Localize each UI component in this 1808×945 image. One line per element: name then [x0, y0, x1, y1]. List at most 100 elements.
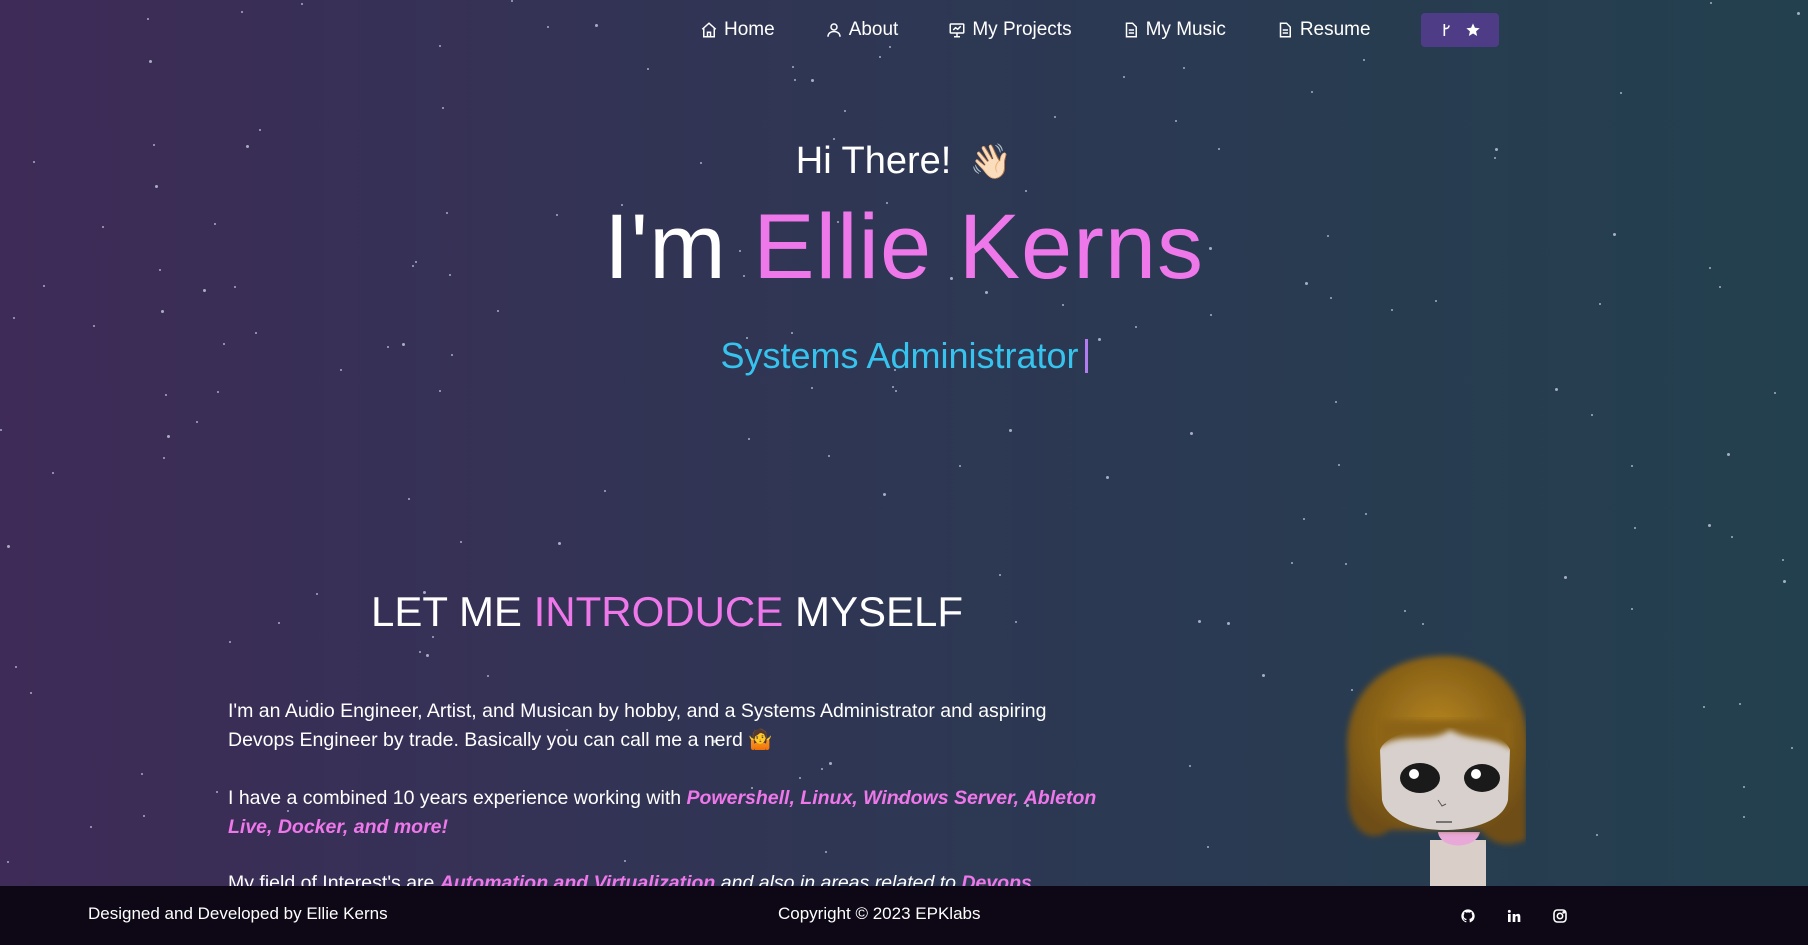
star-dot: [1422, 622, 1425, 625]
nav-music[interactable]: My Music: [1122, 19, 1226, 41]
star-dot: [6, 861, 9, 864]
nav-home[interactable]: Home: [700, 19, 775, 41]
star-dot: [1707, 524, 1711, 528]
star-dot: [149, 60, 153, 64]
star-dot: [1183, 67, 1186, 70]
star-dot: [958, 464, 961, 467]
star-dot: [438, 44, 441, 47]
star-dot: [1362, 58, 1365, 61]
star-dot: [1591, 414, 1594, 417]
star-dot: [794, 78, 797, 81]
star-dot: [1742, 786, 1745, 789]
star-dot: [1053, 116, 1056, 119]
star-dot: [844, 110, 847, 113]
star-dot: [810, 79, 814, 83]
star-dot: [1391, 309, 1394, 312]
star-dot: [1024, 189, 1027, 192]
star-dot: [1105, 475, 1109, 479]
star-dot: [1062, 303, 1065, 306]
star-dot: [998, 574, 1001, 577]
star-dot: [155, 185, 158, 189]
github-repo-button[interactable]: [1420, 13, 1499, 47]
star-dot: [1334, 401, 1337, 404]
star-dot: [1630, 464, 1633, 467]
star-dot: [1198, 619, 1202, 623]
star-dot: [1261, 673, 1265, 677]
star-dot: [892, 386, 895, 389]
greeting-text: Hi There!: [795, 140, 952, 182]
star-dot: [1345, 563, 1348, 566]
star-dot: [1014, 621, 1017, 624]
star-dot: [882, 493, 886, 497]
nav-projects[interactable]: My Projects: [948, 19, 1072, 41]
star-dot: [93, 324, 96, 327]
star-dot: [792, 66, 795, 69]
star-dot: [595, 24, 599, 28]
instagram-icon[interactable]: [1552, 908, 1568, 924]
star-dot: [30, 691, 33, 694]
intro-paragraph-1: I'm an Audio Engineer, Artist, and Music…: [228, 697, 1108, 755]
user-icon: [826, 23, 841, 37]
name-prefix: I'm: [603, 196, 727, 298]
star-dot: [240, 11, 243, 14]
star-dot: [160, 310, 164, 314]
star-dot: [162, 457, 165, 460]
nav-resume[interactable]: Resume: [1276, 19, 1371, 41]
star-dot: [1175, 119, 1178, 122]
star-dot: [459, 541, 462, 544]
star-dot: [1702, 706, 1705, 709]
star-dot: [1337, 464, 1340, 466]
star-dot: [1790, 746, 1793, 749]
star-dot: [1709, 1, 1712, 4]
git-fork-icon: [1443, 24, 1450, 36]
top-navbar: Home About My Projects My Music Resume: [700, 12, 1499, 48]
star-dot: [315, 593, 318, 596]
footer-social-links: [1460, 908, 1568, 924]
star-dot: [1727, 452, 1731, 456]
star-dot: [1633, 527, 1636, 530]
intro-title-highlight: INTRODUCE: [533, 588, 784, 635]
star-dot: [1226, 622, 1230, 626]
linkedin-icon[interactable]: [1506, 908, 1522, 924]
star-dot: [1008, 428, 1012, 432]
star-dot: [12, 316, 15, 319]
star-dot: [408, 497, 411, 500]
name-highlight: Ellie Kerns: [753, 196, 1205, 298]
star-dot: [825, 851, 828, 854]
star-dot: [216, 791, 219, 794]
footer-copyright: Copyright © 2023 EPKlabs: [778, 904, 981, 923]
star-dot: [166, 435, 170, 439]
star-dot: [1555, 388, 1559, 392]
star-dot: [1620, 92, 1623, 95]
star-icon: [1465, 23, 1480, 36]
star-dot: [164, 393, 167, 396]
star-dot: [441, 107, 444, 110]
star-dot: [624, 860, 627, 863]
star-dot: [426, 653, 430, 657]
document-icon: [1125, 22, 1137, 38]
star-dot: [748, 437, 751, 440]
star-dot: [604, 489, 607, 492]
star-dot: [894, 389, 897, 392]
star-dot: [547, 25, 550, 28]
github-icon[interactable]: [1460, 908, 1476, 924]
star-dot: [439, 390, 442, 393]
star-dot: [1310, 90, 1313, 93]
intro-paragraph-2: I have a combined 10 years experience wo…: [228, 784, 1108, 842]
star-dot: [878, 56, 881, 59]
star-dot: [799, 776, 802, 779]
star-dot: [1738, 702, 1741, 705]
star-dot: [0, 428, 3, 431]
nav-home-label: Home: [724, 19, 775, 40]
avatar-illustration: [1330, 650, 1526, 886]
star-dot: [646, 67, 649, 70]
shrug-emoji: 🤷: [748, 729, 773, 751]
star-dot: [1743, 815, 1746, 818]
star-dot: [278, 622, 280, 625]
star-dot: [828, 454, 831, 457]
star-dot: [147, 18, 150, 21]
nav-about[interactable]: About: [825, 19, 898, 41]
star-dot: [486, 674, 489, 677]
nav-projects-label: My Projects: [972, 19, 1072, 40]
star-dot: [1365, 512, 1368, 515]
